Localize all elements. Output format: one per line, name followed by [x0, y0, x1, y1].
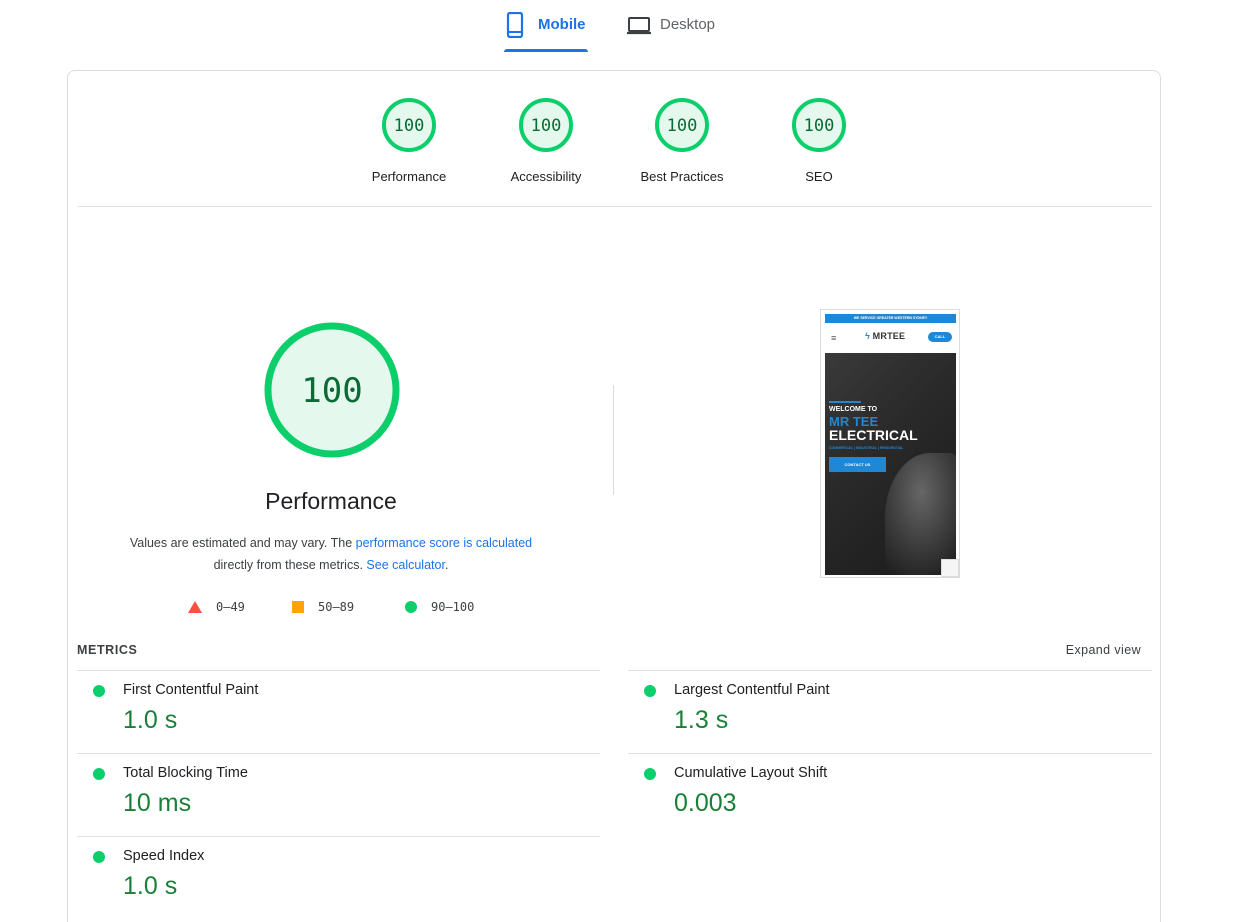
bolt-icon: ϟ [865, 331, 870, 341]
pass-dot-icon [93, 851, 105, 863]
metric-divider [77, 836, 600, 837]
device-tabs: Mobile Desktop [0, 0, 1260, 56]
metric-value: 1.3 s [674, 706, 729, 734]
pass-dot-icon [93, 685, 105, 697]
metric-name: Largest Contentful Paint [674, 682, 830, 698]
smartphone-icon [504, 11, 528, 39]
hero-accent-bar [829, 401, 861, 403]
score-gauge-ring: 100 [519, 98, 573, 152]
screenshot-call-button: CALL [928, 332, 952, 342]
tab-desktop-label: Desktop [660, 16, 716, 33]
vertical-divider [613, 385, 614, 495]
score-gauge-ring: 100 [655, 98, 709, 152]
hero-contact-button: CONTACT US [829, 457, 886, 472]
pass-dot-icon [644, 768, 656, 780]
performance-gauge-large: 100 [262, 320, 402, 460]
metric-divider [77, 753, 600, 754]
metric-name: Total Blocking Time [123, 765, 248, 781]
score-gauge-ring: 100 [792, 98, 846, 152]
final-screenshot[interactable]: WE SERVICE GREATER WESTERN SYDNEY ≡ ϟ MR… [820, 309, 960, 578]
svg-text:100: 100 [394, 116, 425, 136]
metric-value: 1.0 s [123, 872, 178, 900]
hamburger-icon: ≡ [831, 333, 837, 343]
metric-divider [628, 753, 1152, 754]
tab-mobile[interactable]: Mobile [504, 11, 588, 52]
hero-welcome: WELCOME TO [829, 406, 878, 413]
recaptcha-icon [941, 559, 959, 577]
metric-value: 1.0 s [123, 706, 178, 734]
screenshot-hero: WELCOME TO MR TEE ELECTRICAL COMMERCIAL … [825, 353, 956, 575]
svg-text:100: 100 [531, 116, 562, 136]
gauges-divider [78, 206, 1152, 207]
tab-mobile-label: Mobile [538, 16, 586, 33]
triangle-icon [188, 601, 202, 613]
gauge-seo[interactable]: 100 SEO [769, 97, 869, 185]
metric-name: Speed Index [123, 848, 205, 864]
hero-subtitle: COMMERCIAL | INDUSTRIAL | RESIDENTIAL [829, 446, 904, 450]
legend-pass: 90–100 [405, 598, 474, 616]
gauge-label: Performance [371, 169, 447, 184]
metric-name: First Contentful Paint [123, 682, 259, 698]
gauge-best-practices[interactable]: 100 Best Practices [632, 97, 732, 185]
see-calculator-link[interactable]: See calculator [366, 558, 445, 572]
circle-icon [405, 601, 417, 613]
pass-dot-icon [93, 768, 105, 780]
performance-description: Values are estimated and may vary. The p… [129, 536, 533, 572]
metric-divider [628, 670, 1152, 671]
hero-brand-2: ELECTRICAL [829, 427, 918, 443]
score-calculated-link[interactable]: performance score is calculated [356, 536, 532, 550]
expand-view-toggle[interactable]: Expand view [1066, 643, 1141, 657]
svg-text:100: 100 [667, 116, 698, 136]
screenshot-banner: WE SERVICE GREATER WESTERN SYDNEY [825, 314, 956, 323]
metric-fcp: First Contentful Paint 1.0 s [78, 673, 578, 753]
gauge-accessibility[interactable]: 100 Accessibility [496, 97, 596, 185]
square-icon [292, 601, 304, 613]
metric-value: 0.003 [674, 789, 737, 817]
active-tab-indicator [504, 49, 588, 52]
laptop-icon [626, 12, 651, 38]
gauge-label: SEO [805, 169, 833, 184]
performance-title: Performance [265, 488, 397, 514]
performance-score: 100 [301, 371, 362, 411]
hero-photo [885, 453, 956, 575]
pass-dot-icon [644, 685, 656, 697]
metric-cls: Cumulative Layout Shift 0.003 [629, 756, 1129, 836]
metric-name: Cumulative Layout Shift [674, 765, 828, 781]
metric-divider [77, 670, 600, 671]
metric-speed-index: Speed Index 1.0 s [78, 839, 578, 919]
gauge-performance[interactable]: 100 Performance [359, 97, 459, 185]
legend-fail: 0–49 [188, 598, 245, 616]
svg-text:100: 100 [804, 116, 835, 136]
screenshot-logo: ϟ MRTEE [865, 331, 906, 341]
metrics-heading: METRICS [77, 643, 138, 657]
gauge-label: Best Practices [640, 169, 724, 184]
metric-tbt: Total Blocking Time 10 ms [78, 756, 578, 836]
screenshot-nav: ≡ ϟ MRTEE CALL [825, 323, 956, 353]
legend-average: 50–89 [292, 598, 354, 616]
tab-desktop[interactable]: Desktop [626, 12, 736, 52]
metric-lcp: Largest Contentful Paint 1.3 s [629, 673, 1129, 753]
gauge-label: Accessibility [510, 169, 582, 184]
metric-value: 10 ms [123, 789, 192, 817]
score-gauge-ring: 100 [382, 98, 436, 152]
